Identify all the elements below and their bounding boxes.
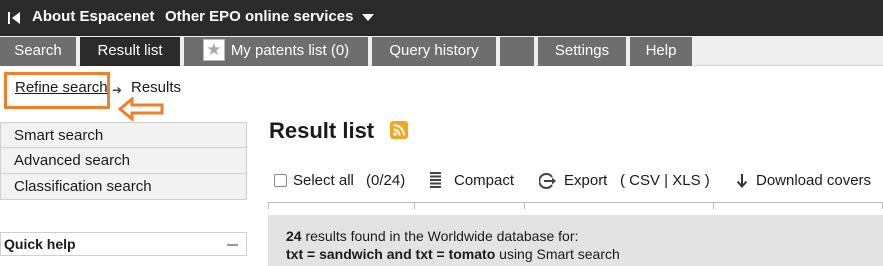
tab-blank (500, 37, 536, 66)
quick-help-panel[interactable]: Quick help (0, 232, 247, 256)
result-summary: 24 results found in the Worldwide databa… (268, 215, 883, 266)
export-button[interactable]: Export (564, 172, 607, 189)
toolbar-tick (268, 202, 269, 209)
orange-left-arrow-icon (118, 97, 164, 121)
query-line: txt = sandwich and txt = tomato using Sm… (286, 246, 620, 262)
result-toolbar: Select all (0/24) Compact Export ( CSV |… (268, 160, 883, 210)
compact-list-icon[interactable] (430, 172, 441, 188)
tab-result-list[interactable]: Result list (80, 37, 182, 66)
download-covers-button[interactable]: Download covers (756, 172, 871, 189)
page-title: Result list (269, 118, 375, 143)
compact-button[interactable]: Compact (454, 172, 514, 189)
result-found-text: results found in the Worldwide database … (305, 228, 579, 244)
export-icon[interactable] (539, 172, 557, 190)
toolbar-tick (713, 202, 714, 209)
toolbar-tick (414, 202, 415, 209)
top-bar: About Espacenet Other EPO online service… (0, 0, 883, 36)
collapse-icon[interactable] (227, 244, 238, 246)
menu-item-advanced-search[interactable]: Advanced search (0, 148, 247, 174)
toolbar-divider (268, 202, 883, 203)
tab-my-patents-label: My patents list (0) (230, 42, 350, 59)
toolbar-tick (524, 202, 525, 209)
query-using-text: using Smart search (499, 246, 620, 262)
export-formats[interactable]: ( CSV | XLS ) (620, 172, 710, 189)
chevron-down-icon[interactable] (362, 14, 374, 21)
selection-count: (0/24) (366, 172, 406, 189)
tab-query-history[interactable]: Query history (372, 37, 498, 66)
select-all-checkbox[interactable] (274, 174, 287, 187)
select-all-label[interactable]: Select all (293, 172, 354, 189)
breadcrumb-refine-search-link[interactable]: Refine search (15, 79, 108, 96)
left-search-menu: Smart search Advanced search Classificat… (0, 122, 247, 200)
download-arrow-icon[interactable] (736, 173, 748, 189)
double-left-arrow-icon[interactable] (8, 10, 22, 26)
main-tabs: Search Result list ★ My patents list (0) … (0, 36, 883, 66)
tab-search[interactable]: Search (0, 37, 78, 66)
other-epo-services-menu[interactable]: Other EPO online services (165, 8, 353, 25)
rss-icon[interactable] (390, 121, 408, 139)
breadcrumb-separator-icon: ➜ (112, 83, 123, 97)
menu-item-smart-search[interactable]: Smart search (0, 122, 247, 148)
result-count-line: 24 results found in the Worldwide databa… (286, 228, 578, 244)
result-count: 24 (286, 228, 302, 244)
tab-settings[interactable]: Settings (538, 37, 628, 66)
menu-item-classification-search[interactable]: Classification search (0, 174, 247, 200)
breadcrumb-results: Results (131, 79, 182, 96)
query-text: txt = sandwich and txt = tomato (286, 246, 496, 262)
star-icon: ★ (202, 38, 225, 61)
tab-help[interactable]: Help (630, 37, 694, 66)
quick-help-title: Quick help (4, 236, 76, 252)
tab-my-patents-list[interactable]: ★ My patents list (0) (184, 37, 370, 66)
about-espacenet-link[interactable]: About Espacenet (32, 8, 155, 25)
